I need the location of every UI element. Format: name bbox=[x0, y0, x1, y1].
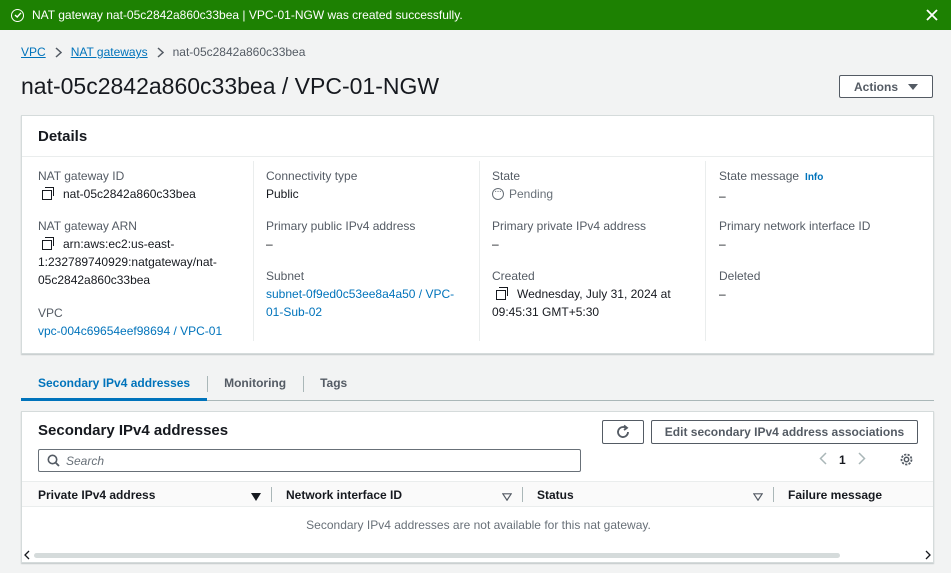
field-nat-gateway-id: NAT gateway ID nat-05c2842a860c33bea bbox=[38, 167, 196, 203]
created-line-2: 09:45:31 GMT+5:30 bbox=[492, 305, 600, 319]
search-input[interactable] bbox=[66, 453, 566, 468]
details-column-1: NAT gateway ID nat-05c2842a860c33bea NAT… bbox=[22, 161, 252, 341]
arn-line-2: 1:232789740929:natgateway/nat- bbox=[38, 255, 217, 269]
field-state: State Pending bbox=[492, 167, 553, 203]
empty-state-message: Secondary IPv4 addresses are not availab… bbox=[306, 518, 651, 532]
subnet-link-line-2[interactable]: 01-Sub-02 bbox=[266, 303, 454, 321]
scroll-right-icon[interactable] bbox=[925, 550, 931, 560]
field-label: Primary network interface ID bbox=[719, 219, 871, 233]
arn-line-1: arn:aws:ec2:us-east- bbox=[63, 237, 175, 251]
success-check-icon bbox=[11, 8, 24, 22]
field-label: Created bbox=[492, 269, 535, 283]
breadcrumb: VPC NAT gateways nat-05c2842a860c33bea bbox=[21, 45, 305, 59]
field-label: NAT gateway ID bbox=[38, 169, 125, 183]
gear-icon[interactable] bbox=[899, 452, 914, 470]
breadcrumb-vpc[interactable]: VPC bbox=[21, 45, 46, 59]
pagination: 1 bbox=[819, 452, 866, 468]
details-column-4: State message Info – Primary network inte… bbox=[705, 161, 933, 341]
column-divider bbox=[773, 487, 774, 502]
refresh-icon bbox=[617, 424, 629, 438]
actions-button[interactable]: Actions bbox=[839, 75, 933, 98]
field-label: VPC bbox=[38, 306, 63, 320]
actions-label: Actions bbox=[853, 79, 898, 94]
success-flash-bar: NAT gateway nat-05c2842a860c33bea | VPC-… bbox=[0, 0, 951, 30]
tab-bar: Secondary IPv4 addresses Monitoring Tags bbox=[21, 369, 934, 401]
state-message-value: – bbox=[719, 189, 726, 203]
scrollbar-thumb[interactable] bbox=[34, 553, 840, 558]
copy-icon[interactable] bbox=[496, 287, 508, 300]
details-heading: Details bbox=[22, 116, 933, 157]
column-private-ipv4[interactable]: Private IPv4 address bbox=[38, 488, 155, 502]
primary-eni-value: – bbox=[719, 237, 726, 251]
tab-secondary-ipv4[interactable]: Secondary IPv4 addresses bbox=[21, 369, 208, 401]
details-panel: Details NAT gateway ID nat-05c2842a860c3… bbox=[21, 115, 934, 354]
column-status[interactable]: Status bbox=[537, 488, 574, 502]
page-number[interactable]: 1 bbox=[839, 453, 846, 467]
field-nat-gateway-arn: NAT gateway ARN arn:aws:ec2:us-east- 1:2… bbox=[38, 217, 217, 289]
field-created: Created Wednesday, July 31, 2024 at 09:4… bbox=[492, 267, 671, 321]
flash-message: NAT gateway nat-05c2842a860c33bea | VPC-… bbox=[32, 8, 463, 22]
secondary-ipv4-panel: Secondary IPv4 addresses Edit secondary … bbox=[21, 411, 934, 563]
field-subnet: Subnet subnet-0f9ed0c53ee8a4a50 / VPC- 0… bbox=[266, 267, 454, 321]
chevron-right-icon bbox=[157, 46, 164, 58]
field-label: Subnet bbox=[266, 269, 305, 283]
chevron-right-icon bbox=[55, 46, 62, 58]
page-title: nat-05c2842a860c33bea / VPC-01-NGW bbox=[21, 73, 440, 99]
tab-monitoring[interactable]: Monitoring bbox=[207, 369, 303, 400]
field-state-message: State message Info – bbox=[719, 167, 823, 205]
column-failure-message[interactable]: Failure message bbox=[788, 488, 882, 502]
sort-icon[interactable] bbox=[501, 490, 513, 504]
field-label: State message bbox=[719, 169, 800, 183]
column-network-interface-id[interactable]: Network interface ID bbox=[286, 488, 402, 502]
secondary-ipv4-heading: Secondary IPv4 addresses bbox=[38, 422, 229, 439]
edit-secondary-ipv4-button[interactable]: Edit secondary IPv4 address associations bbox=[651, 420, 918, 444]
arn-line-3: 05c2842a860c33bea bbox=[38, 273, 151, 287]
search-field bbox=[38, 449, 581, 472]
state-value: Pending bbox=[509, 187, 554, 201]
chevron-right-icon[interactable] bbox=[858, 452, 866, 468]
refresh-button[interactable] bbox=[602, 420, 644, 444]
primary-private-ipv4-value: – bbox=[492, 237, 499, 251]
horizontal-scrollbar[interactable] bbox=[22, 548, 933, 562]
field-primary-private-ipv4: Primary private IPv4 address – bbox=[492, 217, 646, 253]
breadcrumb-nat-gateways[interactable]: NAT gateways bbox=[71, 45, 148, 59]
chevron-left-icon[interactable] bbox=[819, 452, 827, 468]
field-connectivity-type: Connectivity type Public bbox=[266, 167, 357, 203]
scroll-left-icon[interactable] bbox=[24, 550, 30, 560]
sort-icon[interactable] bbox=[752, 490, 764, 504]
field-primary-public-ipv4: Primary public IPv4 address – bbox=[266, 217, 415, 253]
table-header: Private IPv4 address Network interface I… bbox=[22, 481, 933, 507]
pending-icon bbox=[492, 183, 504, 201]
field-deleted: Deleted – bbox=[719, 267, 760, 303]
info-link[interactable]: Info bbox=[805, 172, 823, 183]
column-divider bbox=[522, 487, 523, 502]
field-label: State bbox=[492, 169, 521, 183]
field-label: Deleted bbox=[719, 269, 761, 283]
details-column-2: Connectivity type Public Primary public … bbox=[253, 161, 479, 341]
field-primary-eni: Primary network interface ID – bbox=[719, 217, 870, 253]
search-icon bbox=[47, 454, 60, 467]
subnet-link-line-1[interactable]: subnet-0f9ed0c53ee8a4a50 / VPC- bbox=[266, 285, 454, 303]
copy-icon[interactable] bbox=[42, 237, 54, 250]
copy-icon[interactable] bbox=[42, 187, 54, 200]
created-line-1: Wednesday, July 31, 2024 at bbox=[517, 287, 671, 301]
primary-public-ipv4-value: – bbox=[266, 237, 273, 251]
field-label: NAT gateway ARN bbox=[38, 219, 137, 233]
field-label: Primary public IPv4 address bbox=[266, 219, 416, 233]
sort-down-icon[interactable] bbox=[251, 490, 261, 504]
close-icon[interactable] bbox=[925, 8, 939, 22]
deleted-value: – bbox=[719, 287, 726, 301]
field-label: Primary private IPv4 address bbox=[492, 219, 647, 233]
nat-gateway-id-value: nat-05c2842a860c33bea bbox=[63, 187, 196, 201]
details-column-3: State Pending Primary private IPv4 addre… bbox=[479, 161, 705, 341]
breadcrumb-current: nat-05c2842a860c33bea bbox=[172, 45, 306, 59]
connectivity-type-value: Public bbox=[266, 187, 299, 201]
caret-down-icon bbox=[908, 83, 918, 90]
field-label: Connectivity type bbox=[266, 169, 358, 183]
column-divider bbox=[271, 487, 272, 502]
vpc-link[interactable]: vpc-004c69654eef98694 / VPC-01 bbox=[38, 322, 222, 340]
field-vpc: VPC vpc-004c69654eef98694 / VPC-01 bbox=[38, 304, 222, 340]
tab-tags[interactable]: Tags bbox=[303, 369, 364, 400]
